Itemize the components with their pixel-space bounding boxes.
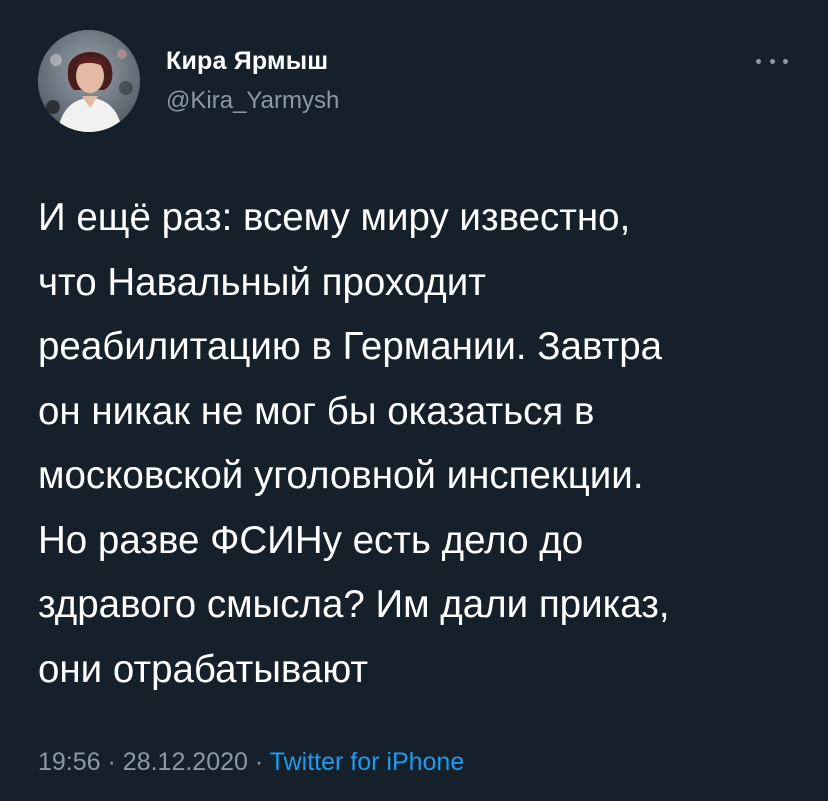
tweet-text-line: реабилитацию в Германии. Завтра [38, 325, 663, 368]
tweet-source-link[interactable]: Twitter for iPhone [270, 748, 465, 776]
more-options-button[interactable] [752, 50, 792, 72]
meta-separator: · [107, 748, 116, 776]
tweet-text-line: они отрабатывают [38, 647, 369, 691]
author-handle[interactable]: @Kira_Yarmysh [166, 87, 339, 115]
more-horizontal-icon [769, 58, 775, 64]
tweet-text-line: он никак не мог бы оказаться в [38, 389, 595, 433]
tweet-text-line: Но разве ФСИНу есть дело до [38, 518, 584, 562]
more-horizontal-icon [783, 58, 788, 64]
author-display-name[interactable]: Кира Ярмыш [166, 47, 328, 76]
tweet-text: И ещё раз: всему миру известно, что Нава… [38, 186, 808, 702]
tweet-text-line: И ещё раз: всему миру известно, [38, 196, 631, 239]
meta-separator: · [254, 748, 264, 776]
tweet-time[interactable]: 19:56 [38, 748, 101, 776]
tweet-text-line: здравого смысла? Им дали приказ, [38, 583, 670, 626]
tweet-card: Кира Ярмыш @Kira_Yarmysh И ещё раз: всем… [0, 0, 828, 801]
avatar[interactable] [38, 30, 140, 132]
tweet-text-line: московской уголовной инспекции. [38, 454, 644, 497]
tweet-date[interactable]: 28.12.2020 [123, 748, 248, 776]
more-horizontal-icon [756, 58, 761, 64]
avatar-image [38, 30, 140, 132]
tweet-text-line: что Навальный проходит [38, 260, 486, 304]
tweet-meta: 19:56 · 28.12.2020 · Twitter for iPhone [38, 748, 464, 777]
